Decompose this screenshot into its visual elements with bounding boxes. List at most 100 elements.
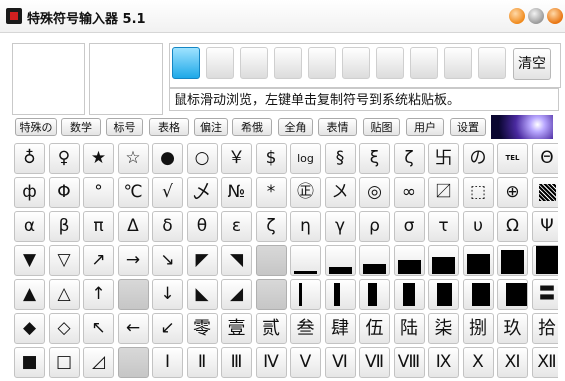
- symbol-cell[interactable]: ↙: [152, 313, 183, 344]
- symbol-cell[interactable]: ▼: [14, 245, 45, 276]
- symbol-cell[interactable]: ○: [186, 143, 218, 174]
- clear-button[interactable]: 清空: [513, 48, 551, 80]
- symbol-cell[interactable]: ε: [221, 211, 252, 242]
- symbol-cell[interactable]: ρ: [359, 211, 390, 242]
- symbol-cell[interactable]: 拾: [531, 313, 558, 344]
- close-button[interactable]: [547, 8, 563, 24]
- symbol-cell[interactable]: ◇: [48, 313, 80, 344]
- symbol-cell[interactable]: ◎: [359, 177, 390, 208]
- recent-symbol-slot[interactable]: [206, 47, 234, 79]
- symbol-cell[interactable]: ▍: [359, 279, 390, 310]
- symbol-cell[interactable]: Ⅺ: [497, 347, 528, 378]
- symbol-cell[interactable]: 柒: [428, 313, 459, 344]
- symbol-cell[interactable]: 〓: [531, 279, 558, 310]
- recent-symbol-slot[interactable]: [240, 47, 268, 79]
- recent-symbol-slot[interactable]: [342, 47, 370, 79]
- symbol-cell[interactable]: θ: [186, 211, 218, 242]
- symbol-cell[interactable]: Ⅱ: [186, 347, 218, 378]
- category-tab[interactable]: 希俄: [232, 118, 272, 136]
- symbol-cell[interactable]: ▲: [14, 279, 45, 310]
- symbol-cell[interactable]: Ⅰ: [152, 347, 183, 378]
- symbol-cell[interactable]: Ⅲ: [221, 347, 252, 378]
- symbol-cell[interactable]: 肆: [324, 313, 356, 344]
- category-tab[interactable]: 数学: [61, 118, 101, 136]
- recent-symbol-slot[interactable]: [308, 47, 336, 79]
- symbol-cell[interactable]: ▉: [497, 279, 528, 310]
- symbol-cell[interactable]: υ: [462, 211, 494, 242]
- symbol-cell[interactable]: ℃: [117, 177, 149, 208]
- recent-symbol-slot[interactable]: [172, 47, 200, 79]
- symbol-cell[interactable]: ⬚: [462, 177, 494, 208]
- symbol-cell[interactable]: ζ: [255, 211, 287, 242]
- symbol-cell[interactable]: ♁: [14, 143, 45, 174]
- symbol-cell[interactable]: °: [83, 177, 114, 208]
- symbol-cell[interactable]: *: [255, 177, 287, 208]
- symbol-cell[interactable]: β: [48, 211, 80, 242]
- maximize-button[interactable]: [528, 8, 544, 24]
- symbol-cell[interactable]: 叁: [290, 313, 321, 344]
- symbol-cell[interactable]: √: [152, 177, 183, 208]
- symbol-cell[interactable]: TEL: [497, 143, 528, 174]
- symbol-cell[interactable]: ￥: [221, 143, 252, 174]
- symbol-cell[interactable]: ↖: [83, 313, 114, 344]
- category-tab[interactable]: 用户: [406, 118, 444, 136]
- symbol-cell[interactable]: ☆: [117, 143, 149, 174]
- symbol-cell[interactable]: 〤: [324, 177, 356, 208]
- symbol-cell[interactable]: Ⅴ: [290, 347, 321, 378]
- symbol-cell[interactable]: 壹: [221, 313, 252, 344]
- symbol-cell[interactable]: ↓: [152, 279, 183, 310]
- category-tab[interactable]: 标号: [106, 118, 143, 136]
- symbol-cell[interactable]: Ⅶ: [359, 347, 390, 378]
- symbol-cell[interactable]: σ: [393, 211, 425, 242]
- symbol-cell[interactable]: ↘: [152, 245, 183, 276]
- symbol-cell[interactable]: ▏: [290, 279, 321, 310]
- symbol-cell[interactable]: ←: [117, 313, 149, 344]
- symbol-cell[interactable]: 捌: [462, 313, 494, 344]
- symbol-cell[interactable]: ∞: [393, 177, 425, 208]
- symbol-cell[interactable]: α: [14, 211, 45, 242]
- symbol-cell-empty[interactable]: [255, 245, 287, 276]
- symbol-cell-empty[interactable]: [255, 279, 287, 310]
- symbol-cell[interactable]: →: [117, 245, 149, 276]
- symbol-cell[interactable]: τ: [428, 211, 459, 242]
- symbol-cell[interactable]: 贰: [255, 313, 287, 344]
- symbol-cell[interactable]: ▄: [393, 245, 425, 276]
- symbol-cell[interactable]: █: [531, 245, 558, 276]
- symbol-cell[interactable]: 〼: [428, 177, 459, 208]
- symbol-cell[interactable]: 零: [186, 313, 218, 344]
- symbol-cell[interactable]: Δ: [117, 211, 149, 242]
- symbol-cell[interactable]: ▊: [462, 279, 494, 310]
- symbol-cell[interactable]: Ψ: [531, 211, 558, 242]
- symbol-cell[interactable]: ▌: [393, 279, 425, 310]
- symbol-cell[interactable]: ◿: [83, 347, 114, 378]
- symbol-cell[interactable]: ▆: [462, 245, 494, 276]
- recent-symbol-slot[interactable]: [274, 47, 302, 79]
- symbol-cell[interactable]: ▩: [531, 177, 558, 208]
- symbol-cell[interactable]: ◤: [186, 245, 218, 276]
- symbol-cell[interactable]: ⊕: [497, 177, 528, 208]
- symbol-cell[interactable]: □: [48, 347, 80, 378]
- symbol-cell[interactable]: ▋: [428, 279, 459, 310]
- symbol-cell[interactable]: ●: [152, 143, 183, 174]
- symbol-cell[interactable]: Ⅳ: [255, 347, 287, 378]
- symbol-cell[interactable]: №: [221, 177, 252, 208]
- symbol-cell[interactable]: ■: [14, 347, 45, 378]
- symbol-cell[interactable]: ▎: [324, 279, 356, 310]
- category-tab[interactable]: 全角: [278, 118, 313, 136]
- symbol-cell[interactable]: ◥: [221, 245, 252, 276]
- symbol-cell[interactable]: ◆: [14, 313, 45, 344]
- symbol-cell[interactable]: ▂: [324, 245, 356, 276]
- symbol-cell[interactable]: ↑: [83, 279, 114, 310]
- symbol-cell[interactable]: δ: [152, 211, 183, 242]
- symbol-cell[interactable]: Θ: [531, 143, 558, 174]
- symbol-cell-empty[interactable]: [117, 279, 149, 310]
- symbol-cell[interactable]: 陆: [393, 313, 425, 344]
- recent-symbol-slot[interactable]: [410, 47, 438, 79]
- symbol-cell-empty[interactable]: [117, 347, 149, 378]
- symbol-cell[interactable]: Ⅹ: [462, 347, 494, 378]
- symbol-cell[interactable]: 乄: [186, 177, 218, 208]
- symbol-cell[interactable]: ↗: [83, 245, 114, 276]
- symbol-cell[interactable]: ▅: [428, 245, 459, 276]
- symbol-cell[interactable]: ◣: [186, 279, 218, 310]
- recent-symbol-slot[interactable]: [444, 47, 472, 79]
